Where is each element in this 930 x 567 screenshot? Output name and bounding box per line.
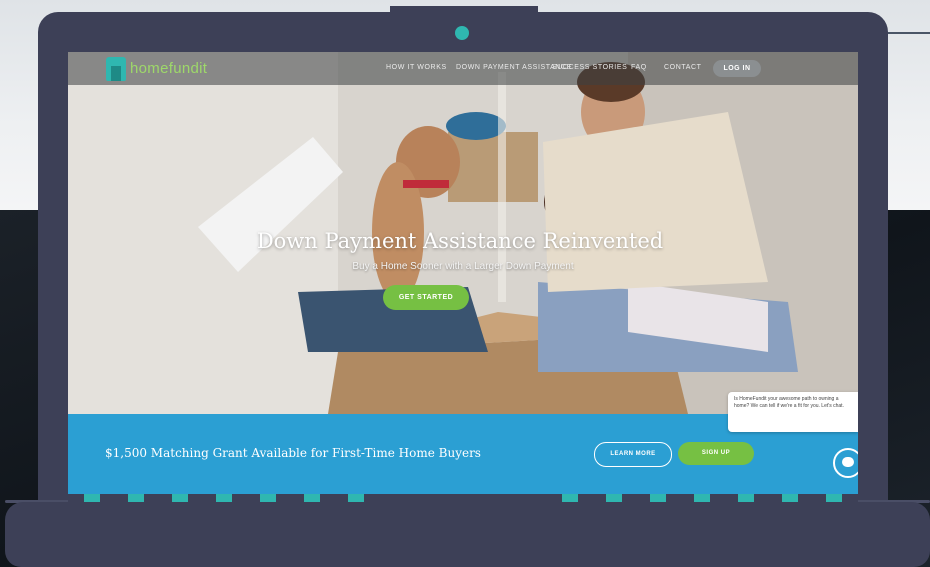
hero-headline: Down Payment Assistance Reinvented — [256, 229, 664, 253]
strip-tile — [782, 494, 798, 502]
strip-tile — [826, 494, 842, 502]
chat-bubble-glyph — [842, 457, 854, 467]
logo-text[interactable]: homefundit — [130, 60, 207, 77]
banner-text: $1,500 Matching Grant Available for Firs… — [105, 446, 481, 460]
top-nav: homefundit HOW IT WORKS DOWN PAYMENT ASS… — [68, 52, 858, 85]
strip-tile — [650, 494, 666, 502]
strip-tile — [348, 494, 364, 502]
nav-item-contact[interactable]: CONTACT — [664, 64, 702, 71]
hero-subheadline: Buy a Home Sooner with a Larger Down Pay… — [352, 261, 574, 272]
strip-tile — [128, 494, 144, 502]
hero-section: homefundit HOW IT WORKS DOWN PAYMENT ASS… — [68, 52, 858, 414]
chat-bubble-icon[interactable] — [833, 448, 858, 478]
strip-tile — [606, 494, 622, 502]
webcam-icon — [455, 26, 469, 40]
laptop-base — [5, 502, 930, 567]
laptop-screen: homefundit HOW IT WORKS DOWN PAYMENT ASS… — [68, 52, 858, 502]
house-logo-icon[interactable] — [106, 57, 126, 81]
nav-item-faq[interactable]: FAQ — [631, 64, 647, 71]
strip-tile — [172, 494, 188, 502]
chat-popup[interactable]: Is HomeFundit your awesome path to ownin… — [728, 392, 858, 432]
strip-tile — [694, 494, 710, 502]
strip-tile — [562, 494, 578, 502]
login-button[interactable]: LOG IN — [713, 60, 761, 77]
strip-tile — [304, 494, 320, 502]
nav-item-success-stories[interactable]: SUCCESS STORIES — [552, 64, 627, 71]
learn-more-button[interactable]: LEARN MORE — [594, 442, 672, 467]
strip-tile — [738, 494, 754, 502]
strip-tile — [216, 494, 232, 502]
get-started-button[interactable]: GET STARTED — [383, 285, 469, 310]
sign-up-button[interactable]: SIGN UP — [678, 442, 754, 465]
strip-tile — [84, 494, 100, 502]
nav-item-how-it-works[interactable]: HOW IT WORKS — [386, 64, 447, 71]
strip-tile — [260, 494, 276, 502]
